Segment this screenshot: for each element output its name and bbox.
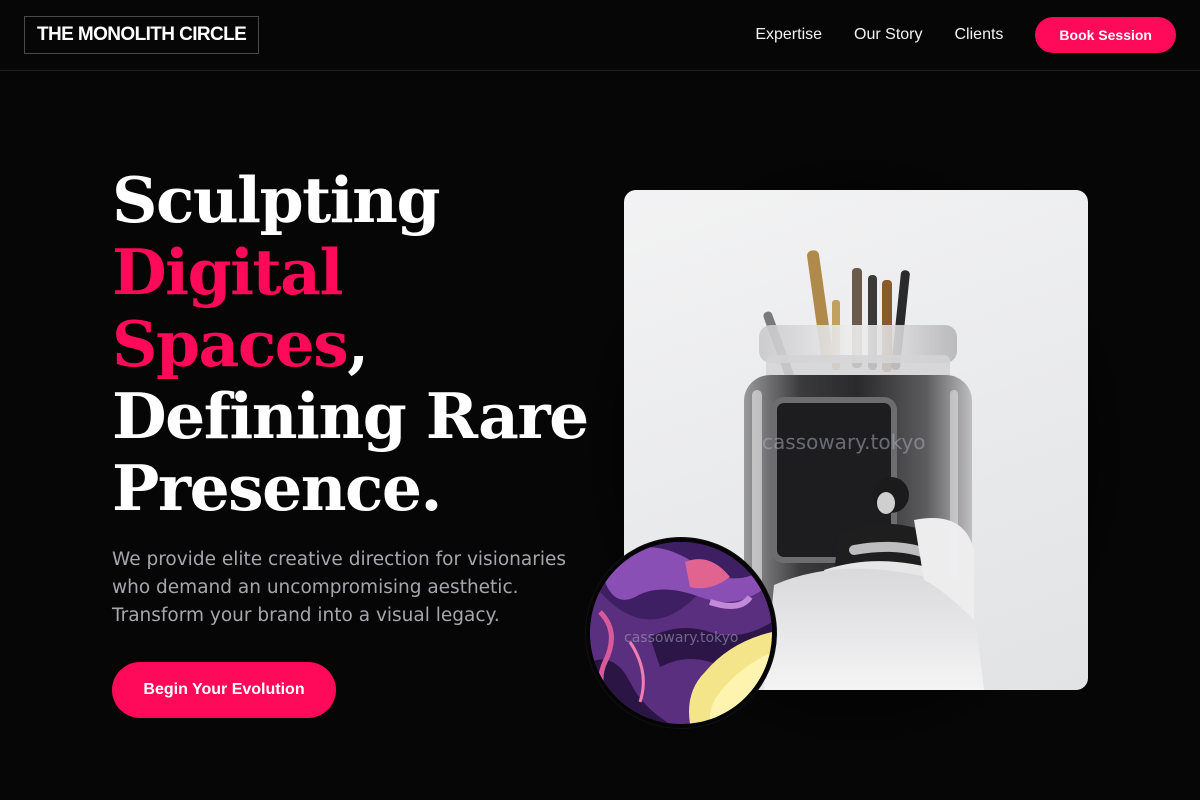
book-session-button[interactable]: Book Session <box>1035 17 1176 53</box>
site-header: THE MONOLITH CIRCLE Expertise Our Story … <box>0 0 1200 71</box>
hero-headline: Sculpting Digital Spaces, Defining Rare … <box>112 164 602 524</box>
circle-watermark: cassowary.tokyo <box>624 630 739 646</box>
headline-line-3-comma: , <box>347 307 369 381</box>
headline-line-5: Presence. <box>112 451 442 525</box>
photo-watermark: cassowary.tokyo <box>762 430 926 454</box>
brand-logo[interactable]: THE MONOLITH CIRCLE <box>24 16 260 54</box>
abstract-circle-image: cassowary.tokyo <box>586 538 776 728</box>
headline-line-2: Digital <box>112 235 343 309</box>
nav-link-clients[interactable]: Clients <box>955 26 1004 44</box>
main-nav: Expertise Our Story Clients Book Session <box>755 17 1176 53</box>
headline-line-4: Defining Rare <box>112 379 589 453</box>
nav-link-our-story[interactable]: Our Story <box>854 26 922 44</box>
nav-link-expertise[interactable]: Expertise <box>755 26 822 44</box>
begin-evolution-button[interactable]: Begin Your Evolution <box>112 662 336 718</box>
headline-line-1: Sculpting <box>112 163 441 237</box>
headline-line-3-accent: Spaces <box>112 307 349 381</box>
hero-subtext: We provide elite creative direction for … <box>112 549 566 626</box>
